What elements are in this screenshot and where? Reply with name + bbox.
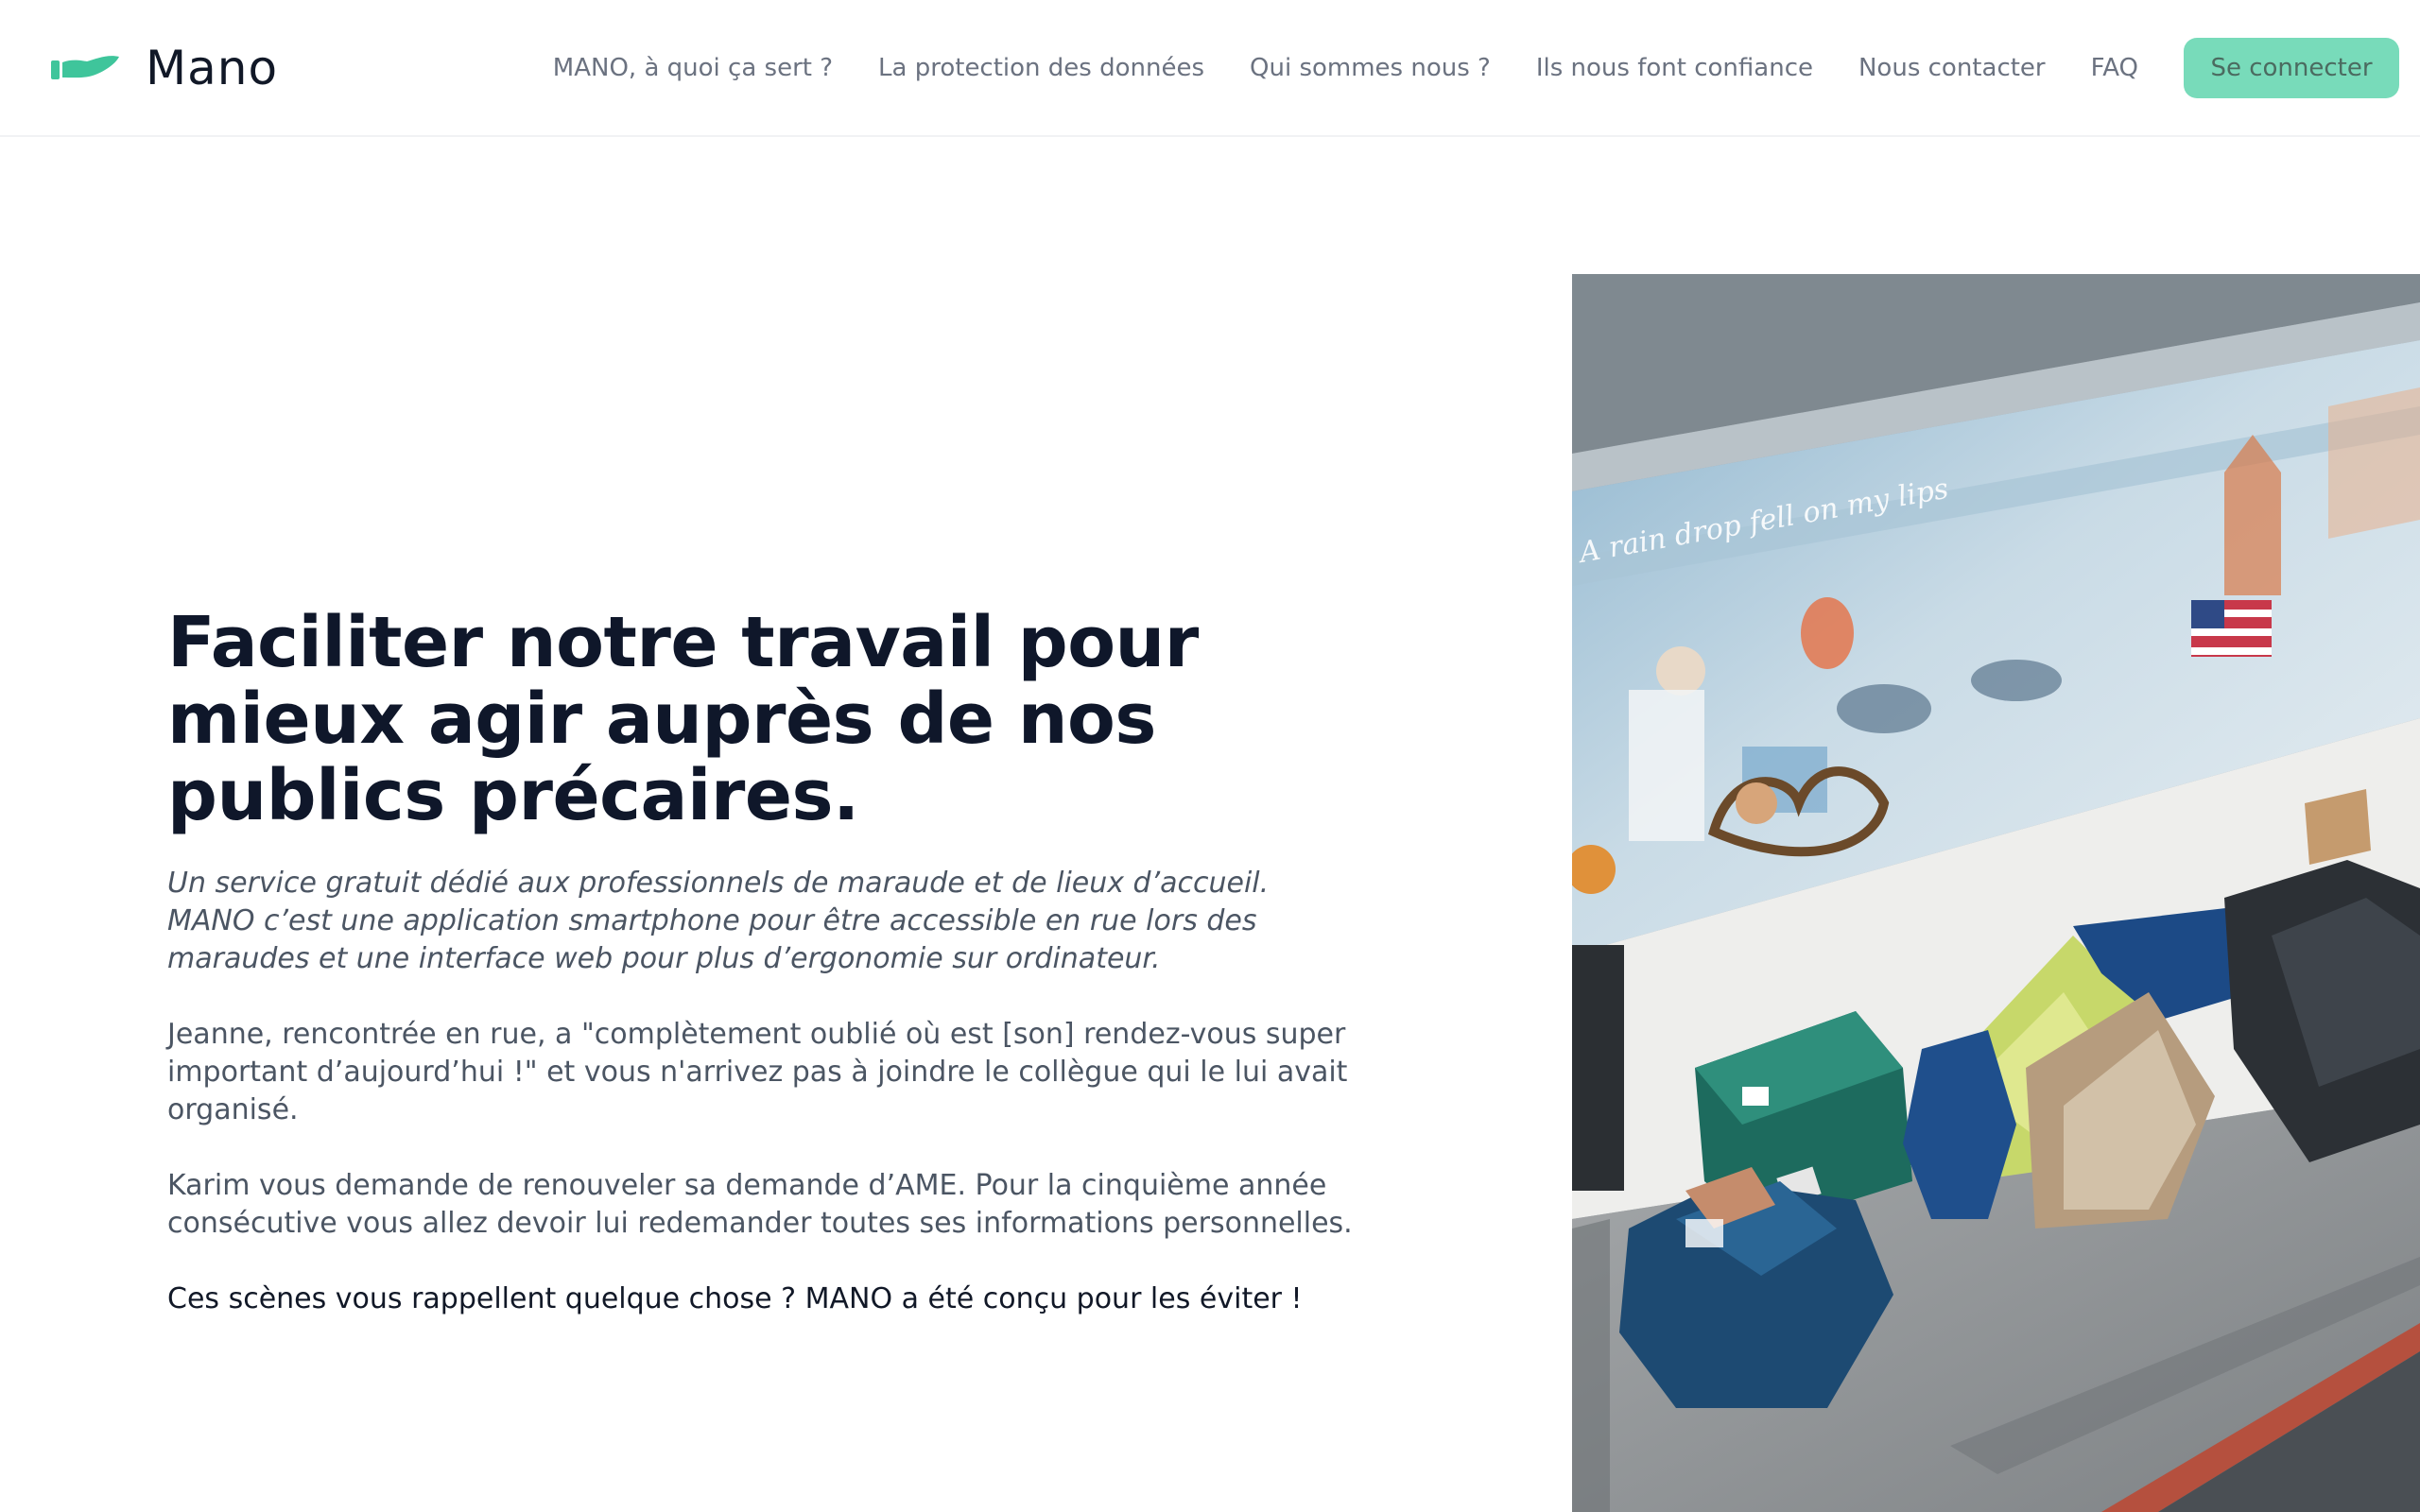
hero-call-to-action: Ces scènes vous rappellent quelque chose… (167, 1282, 1303, 1315)
login-button[interactable]: Se connecter (2184, 38, 2399, 98)
hero-photo: A rain drop fell on my lips (1572, 274, 2420, 1512)
logo[interactable]: Mano (49, 36, 278, 100)
nav-link-references[interactable]: Ils nous font confiance (1536, 54, 1813, 82)
site-header: Mano MANO, à quoi ça sert ? La protectio… (0, 0, 2420, 137)
hand-logo-icon (51, 56, 119, 79)
hero-intro: Un service gratuit dédié aux professionn… (167, 865, 1396, 978)
logo-text: Mano (146, 41, 279, 95)
nav-link-purpose[interactable]: MANO, à quoi ça sert ? (553, 54, 833, 82)
hero-intro-line-1: Un service gratuit dédié aux professionn… (167, 867, 1270, 900)
hero-title: Faciliter notre travail pour mieux agir … (167, 602, 1199, 836)
hero-paragraph-jeanne: Jeanne, rencontrée en rue, a "complèteme… (167, 1018, 1348, 1126)
nav-link-faq[interactable]: FAQ (2091, 54, 2138, 82)
hero-section: Faciliter notre travail pour mieux agir … (167, 605, 1396, 1318)
main-nav: MANO, à quoi ça sert ? La protection des… (553, 38, 2399, 98)
street-mural-tents-image: A rain drop fell on my lips (1572, 274, 2420, 1512)
nav-link-contact[interactable]: Nous contacter (1858, 54, 2046, 82)
nav-link-data-protection[interactable]: La protection des données (878, 54, 1204, 82)
hero-paragraph-karim: Karim vous demande de renouveler sa dema… (167, 1169, 1353, 1240)
hero-intro-line-2: MANO c’est une application smartphone po… (167, 904, 1257, 975)
nav-link-about-us[interactable]: Qui sommes nous ? (1250, 54, 1491, 82)
